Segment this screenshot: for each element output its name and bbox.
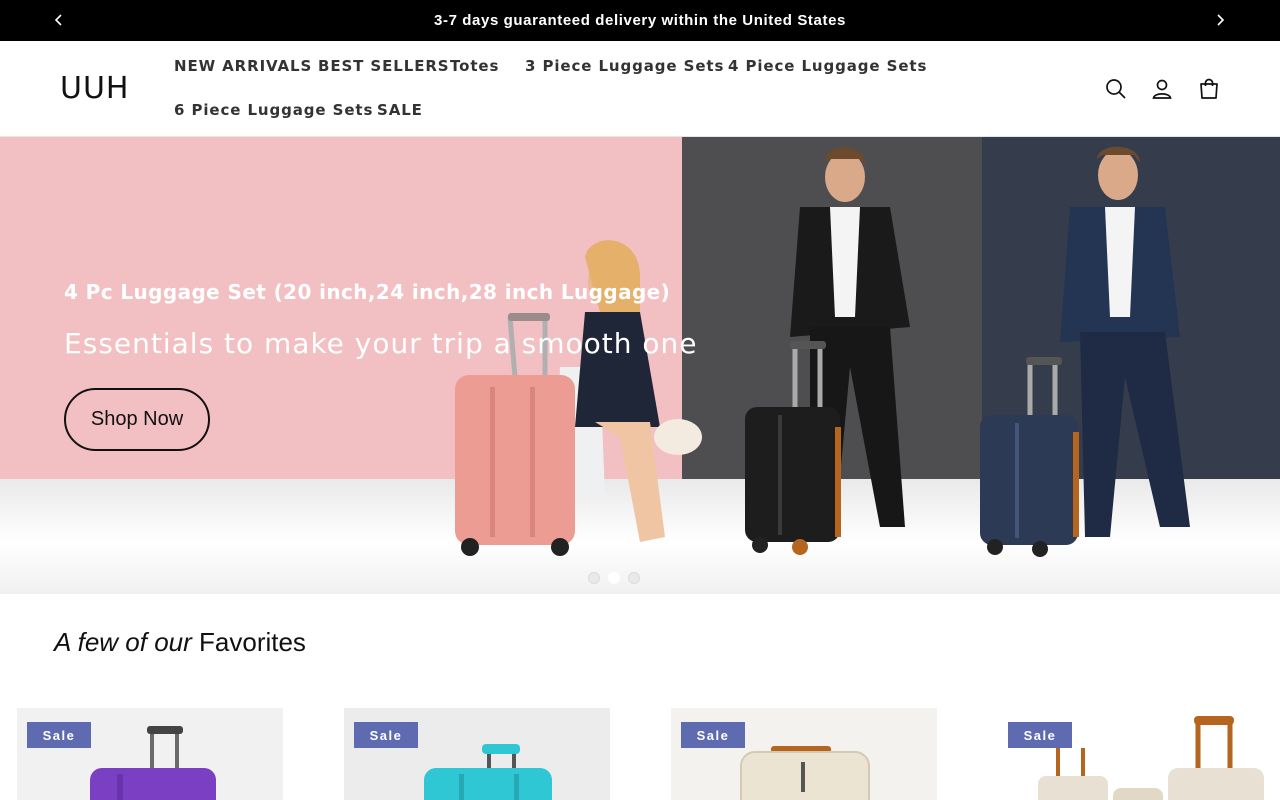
- man-right-figure: [1060, 146, 1190, 537]
- nav-item-best-sellers[interactable]: BEST SELLERS: [318, 57, 450, 75]
- search-button[interactable]: [1103, 76, 1129, 102]
- product-card-2[interactable]: Sale: [344, 708, 610, 800]
- slide-dot-1[interactable]: [588, 572, 600, 584]
- product-card-3[interactable]: Sale: [671, 708, 937, 800]
- slide-dots: [588, 572, 640, 584]
- account-icon: [1152, 79, 1172, 99]
- announcement-message: 3-7 days guaranteed delivery within the …: [434, 12, 846, 29]
- nav-item-4-piece-sets[interactable]: 4 Piece Luggage Sets: [728, 57, 927, 75]
- nav-item-sale[interactable]: SALE: [377, 101, 423, 119]
- navy-suitcase: [980, 357, 1079, 557]
- account-button[interactable]: [1149, 76, 1175, 102]
- announcement-bar: 3-7 days guaranteed delivery within the …: [0, 0, 1280, 41]
- nav-item-new-arrivals[interactable]: NEW ARRIVALS: [174, 57, 312, 75]
- hero-subtitle: 4 Pc Luggage Set (20 inch,24 inch,28 inc…: [64, 280, 671, 304]
- slide-dot-2[interactable]: [608, 572, 620, 584]
- site-logo[interactable]: UUH: [60, 71, 129, 106]
- chevron-right-icon: [1217, 14, 1225, 26]
- announcement-next-button[interactable]: [1208, 8, 1232, 32]
- product-card-4[interactable]: Sale: [998, 708, 1264, 800]
- shop-now-button[interactable]: Shop Now: [64, 388, 210, 451]
- search-icon: [1106, 79, 1126, 99]
- favorites-heading-rest: Favorites: [199, 627, 306, 657]
- sale-badge: Sale: [354, 722, 418, 748]
- nav-item-3-piece-sets[interactable]: 3 Piece Luggage Sets: [525, 57, 724, 75]
- site-header: UUH NEW ARRIVALS BEST SELLERS Totes 3 Pi…: [0, 41, 1280, 137]
- cart-button[interactable]: [1196, 76, 1222, 102]
- sale-badge: Sale: [27, 722, 91, 748]
- favorites-heading: A few of our Favorites: [54, 627, 306, 658]
- favorites-heading-italic: A few of our: [54, 627, 192, 657]
- hero-banner: 4 Pc Luggage Set (20 inch,24 inch,28 inc…: [0, 137, 1280, 594]
- hero-image: [455, 146, 1190, 557]
- sale-badge: Sale: [681, 722, 745, 748]
- cart-icon: [1200, 78, 1218, 99]
- nav-item-6-piece-sets[interactable]: 6 Piece Luggage Sets: [174, 101, 373, 119]
- sale-badge: Sale: [1008, 722, 1072, 748]
- slide-dot-3[interactable]: [628, 572, 640, 584]
- nav-item-totes[interactable]: Totes: [450, 57, 499, 75]
- hero-title: Essentials to make your trip a smooth on…: [64, 327, 698, 360]
- product-card-1[interactable]: Sale: [17, 708, 283, 800]
